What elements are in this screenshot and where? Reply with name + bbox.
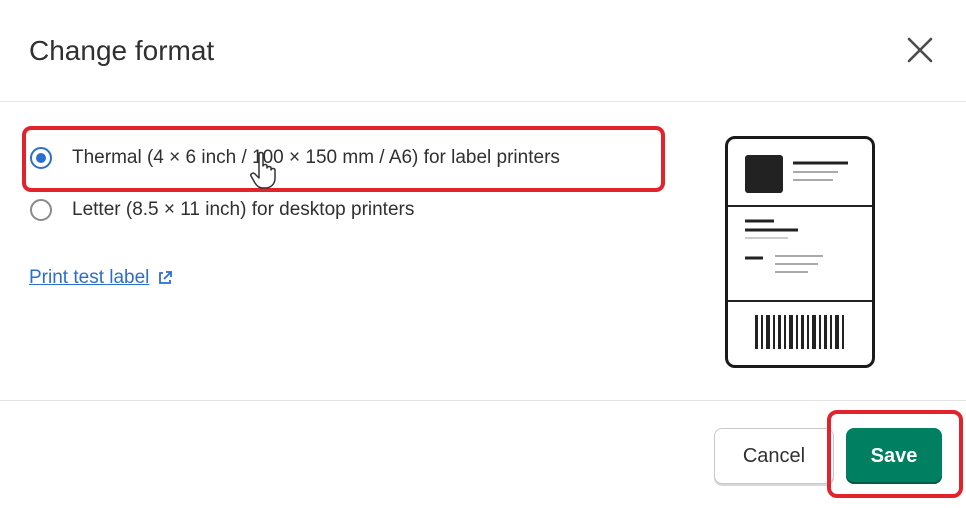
radio-thermal[interactable]: [30, 147, 52, 169]
dialog-title: Change format: [29, 35, 215, 66]
option-thermal[interactable]: Thermal (4 × 6 inch / 100 × 150 mm / A6)…: [30, 143, 560, 173]
print-test-label-text: Print test label: [29, 267, 150, 288]
close-icon: [907, 37, 933, 63]
radio-letter[interactable]: [30, 199, 52, 221]
close-button[interactable]: [900, 30, 940, 70]
external-link-icon: [159, 271, 173, 284]
print-test-label-link[interactable]: Print test label: [29, 267, 173, 289]
label-preview-illustration: [725, 136, 875, 368]
save-button[interactable]: Save: [846, 428, 942, 484]
option-thermal-label: Thermal (4 × 6 inch / 100 × 150 mm / A6)…: [72, 147, 560, 168]
dialog-header: Change format: [0, 0, 966, 102]
option-letter-label: Letter (8.5 × 11 inch) for desktop print…: [72, 199, 415, 220]
shipping-label-icon: [728, 155, 872, 349]
option-letter[interactable]: Letter (8.5 × 11 inch) for desktop print…: [30, 195, 414, 225]
cancel-button[interactable]: Cancel: [714, 428, 834, 484]
